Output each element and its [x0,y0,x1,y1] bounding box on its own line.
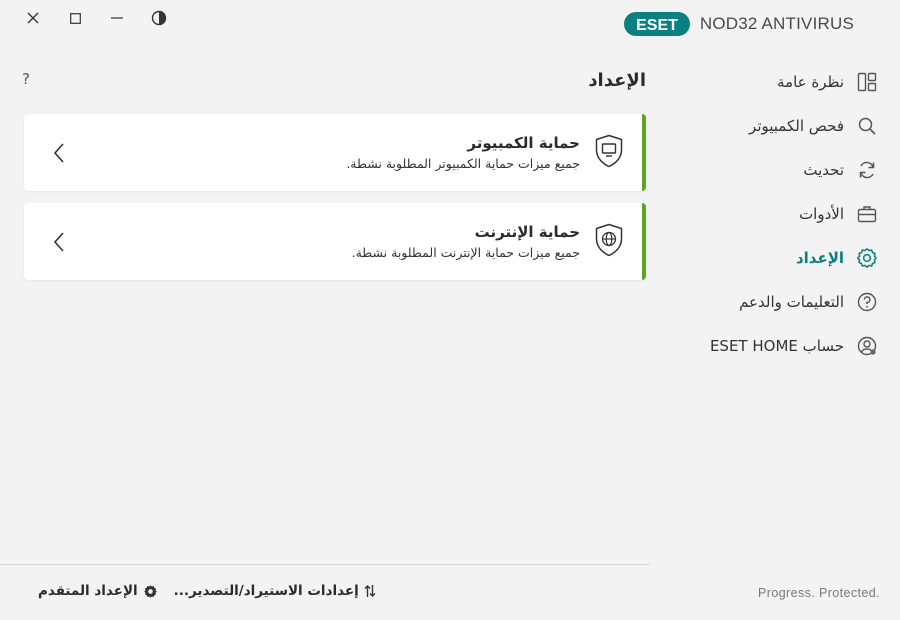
brand: ESET NOD32 ANTIVIRUS [623,10,854,38]
refresh-icon [856,159,878,181]
sidebar-item-overview[interactable]: نظرة عامة [650,60,900,104]
toolbox-icon [856,203,878,225]
sidebar-item-label: الإعداد [795,249,844,267]
card-text: حماية الإنترنت جميع ميزات حماية الإنترنت… [352,223,580,260]
window-controls [12,6,180,30]
sidebar-item-label: تحديث [803,161,844,179]
minimize-button[interactable] [96,6,138,30]
minimize-icon [111,17,123,19]
sidebar-item-tools[interactable]: الأدوات [650,192,900,236]
account-icon [856,335,878,357]
computer-shield-icon [595,134,623,168]
import-export-label: إعدادات الاستيراد/التصدير... [173,583,359,599]
product-name: NOD32 ANTIVIRUS [699,14,854,33]
sidebar-item-help-support[interactable]: التعليمات والدعم [650,280,900,324]
card-title: حماية الكمبيوتر [467,134,580,152]
close-button[interactable] [12,6,54,30]
card-description: جميع ميزات حماية الكمبيوتر المطلوبة نشطة… [346,156,580,171]
contrast-icon [151,10,167,26]
help-button[interactable]: ? [22,70,30,88]
eset-logo: ESET [623,12,690,36]
sidebar: نظرة عامة فحص الكمبيوتر تحديث الأدوات ال… [650,60,900,368]
import-export-settings-button[interactable]: إعدادات الاستيراد/التصدير... [174,583,376,599]
help-icon [856,291,878,313]
chevron-left-icon [53,143,64,163]
chevron-left-icon [53,232,64,252]
maximize-icon [69,12,81,24]
advanced-setup-label: الإعداد المتقدم [38,583,138,599]
sidebar-item-update[interactable]: تحديث [650,148,900,192]
search-icon [856,115,878,137]
advanced-setup-button[interactable]: الإعداد المتقدم [38,583,158,599]
maximize-button[interactable] [54,6,96,30]
main-panel: الإعداد ? حماية الكمبيوتر جميع ميزات حما… [0,60,650,564]
computer-protection-card[interactable]: حماية الكمبيوتر جميع ميزات حماية الكمبيو… [24,114,646,191]
tagline: Progress. Protected. [758,586,880,600]
page-title: الإعداد [588,70,646,91]
sidebar-item-label: فحص الكمبيوتر [749,117,844,135]
sidebar-item-label: حساب ESET HOME [709,337,844,355]
globe-shield-icon [595,223,623,257]
card-text: حماية الكمبيوتر جميع ميزات حماية الكمبيو… [346,134,580,171]
sidebar-item-eset-home-account[interactable]: حساب ESET HOME [650,324,900,368]
import-export-icon [364,585,376,597]
footer-divider [0,564,650,565]
sidebar-item-computer-scan[interactable]: فحص الكمبيوتر [650,104,900,148]
gear-icon [143,584,157,598]
sidebar-item-label: التعليمات والدعم [739,293,844,311]
overview-icon [856,71,878,93]
footer-actions: إعدادات الاستيراد/التصدير... الإعداد الم… [38,583,376,599]
sidebar-item-label: الأدوات [799,205,844,223]
card-description: جميع ميزات حماية الإنترنت المطلوبة نشطة. [351,245,580,260]
internet-protection-card[interactable]: حماية الإنترنت جميع ميزات حماية الإنترنت… [24,203,646,280]
card-title: حماية الإنترنت [474,223,580,241]
sidebar-item-label: نظرة عامة [777,73,844,91]
sidebar-item-setup[interactable]: الإعداد [650,236,900,280]
svg-text:ESET: ESET [636,17,678,34]
gear-icon [856,247,878,269]
contrast-toggle-button[interactable] [138,6,180,30]
close-icon [27,12,39,24]
